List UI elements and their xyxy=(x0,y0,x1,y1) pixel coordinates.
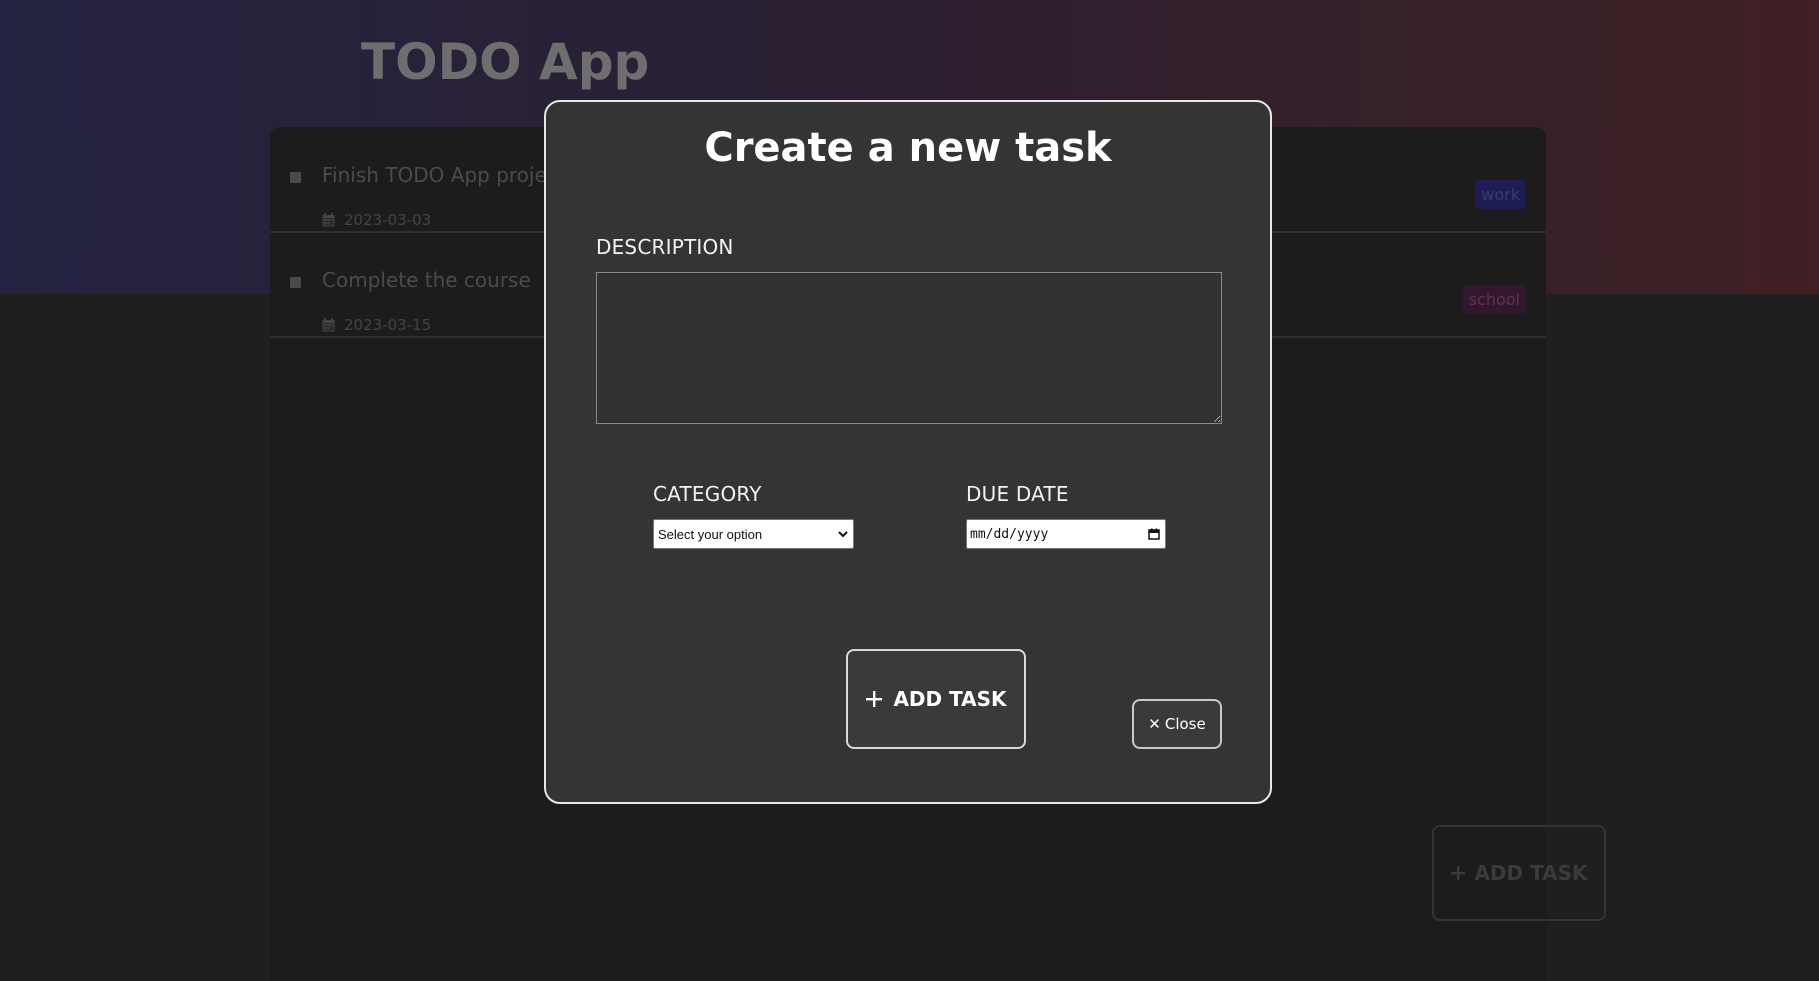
chevron-down-icon xyxy=(838,531,848,538)
due-date-input[interactable]: mm/dd/yyyy xyxy=(966,519,1166,549)
add-task-button[interactable]: ADD TASK xyxy=(846,649,1026,749)
description-textarea[interactable] xyxy=(596,272,1222,424)
category-select[interactable]: Select your option xyxy=(653,519,854,549)
close-icon: ✕ xyxy=(1148,715,1161,733)
plus-icon xyxy=(866,691,883,707)
create-task-modal: Create a new task DESCRIPTION CATEGORY S… xyxy=(544,100,1272,804)
add-task-label: ADD TASK xyxy=(893,687,1007,711)
category-selected-value: Select your option xyxy=(658,526,763,542)
due-date-label: DUE DATE xyxy=(966,482,1069,506)
page: TODO App Finish TODO App project 2023-03… xyxy=(0,0,1819,981)
close-button[interactable]: ✕ Close xyxy=(1132,699,1222,749)
due-date-placeholder: mm/dd/yyyy xyxy=(970,526,1049,542)
calendar-picker-icon[interactable] xyxy=(1148,528,1160,540)
close-label: Close xyxy=(1164,715,1206,733)
category-label: CATEGORY xyxy=(653,482,762,506)
modal-title: Create a new task xyxy=(704,125,1112,171)
description-label: DESCRIPTION xyxy=(596,235,734,259)
